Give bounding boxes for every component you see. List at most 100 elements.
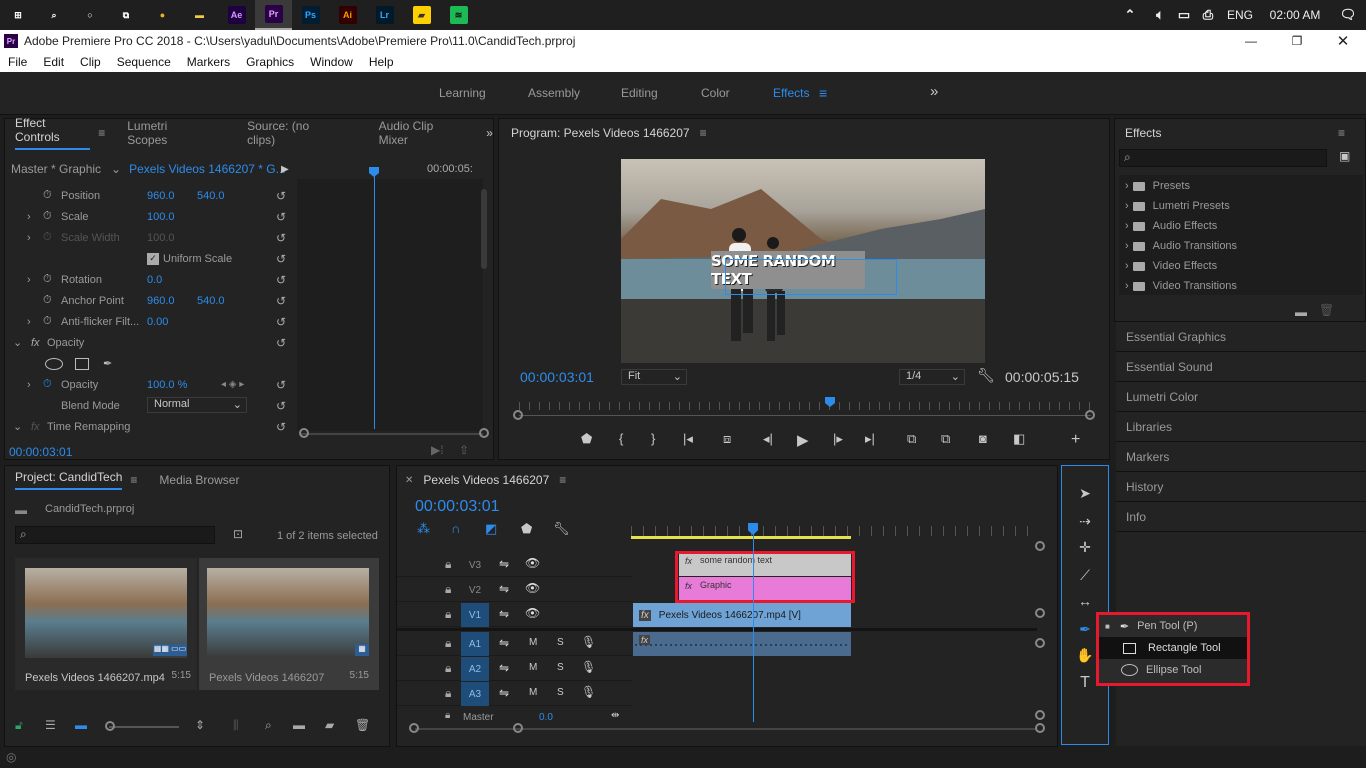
timeline-menu-icon[interactable]: ≡ (559, 473, 566, 487)
stopwatch-icon[interactable]: ⏱︎ (43, 378, 52, 391)
minimize-icon[interactable]: — (1228, 34, 1274, 48)
workspace-assembly[interactable]: Assembly (528, 86, 580, 100)
reset-icon[interactable]: ↺ (271, 378, 291, 392)
popup-item-ellipse-tool[interactable]: Ellipse Tool (1099, 659, 1247, 681)
workspace-effects[interactable]: Effects (773, 86, 809, 100)
linked-selection-icon[interactable]: ◩ (485, 521, 497, 537)
panel-essential-sound[interactable]: Essential Sound (1116, 352, 1366, 382)
reset-icon[interactable]: ↺ (271, 189, 291, 203)
stopwatch-icon[interactable]: ⏱︎ (43, 315, 52, 328)
timeline-timecode[interactable]: 00:00:03:01 (415, 498, 500, 516)
tab-media-browser[interactable]: Media Browser (159, 473, 239, 487)
track-target[interactable]: V2 (461, 578, 489, 602)
status-icon[interactable]: ◎ (6, 750, 16, 764)
menu-file[interactable]: File (8, 55, 27, 69)
folder-icon[interactable]: ▬ (1295, 305, 1307, 319)
scroll-handle-right[interactable] (1035, 723, 1045, 733)
maximize-icon[interactable]: ❐ (1274, 34, 1320, 48)
selection-tool-icon[interactable]: ➤ (1072, 480, 1098, 506)
ec-value-1[interactable]: 100.0 (147, 232, 175, 244)
search-icon[interactable]: ⌕ (36, 0, 72, 30)
lift-clip-icon[interactable]: ⧉ (907, 431, 916, 447)
close-sequence-icon[interactable]: ✕ (405, 475, 413, 486)
effects-menu-icon[interactable]: ≡ (1338, 126, 1345, 140)
mute-button[interactable]: M (529, 637, 537, 648)
ec-scrollbar[interactable] (481, 189, 487, 269)
solo-button[interactable]: S (557, 687, 564, 698)
menu-graphics[interactable]: Graphics (246, 55, 294, 69)
vscroll-handle[interactable] (1035, 638, 1045, 648)
eye-icon[interactable]: 👁︎ (525, 606, 540, 620)
effects-title[interactable]: Effects (1125, 126, 1161, 140)
mute-button[interactable]: M (529, 687, 537, 698)
ec-value-1[interactable]: 960.0 (147, 190, 175, 202)
ellipse-mask-icon[interactable] (45, 357, 63, 370)
track-target[interactable]: V3 (461, 553, 489, 577)
effects-tree-item[interactable]: › Lumetri Presets (1119, 197, 1230, 215)
timeline-ruler[interactable] (631, 526, 1035, 536)
nest-icon[interactable]: ⁂ (417, 521, 430, 537)
stopwatch-icon[interactable]: ⏱︎ (43, 231, 52, 244)
after-effects-icon[interactable]: Ae (218, 0, 255, 30)
menu-markers[interactable]: Markers (187, 55, 230, 69)
slip-tool-icon[interactable]: ↔ (1072, 588, 1098, 614)
hand-tool-icon[interactable]: ✋ (1072, 642, 1098, 668)
text-bounding-box[interactable] (725, 259, 897, 295)
step-forward-icon[interactable]: |▸ (833, 431, 843, 447)
reset-icon[interactable]: ↺ (271, 399, 291, 413)
keyframe-area[interactable] (297, 179, 483, 431)
photoshop-icon[interactable]: Ps (292, 0, 329, 30)
panel-libraries[interactable]: Libraries (1116, 412, 1366, 442)
work-area-bar[interactable] (631, 536, 851, 539)
ec-value-2[interactable]: 540.0 (197, 295, 225, 307)
timeline-playhead-line[interactable] (753, 532, 754, 722)
track-target[interactable]: A1 (461, 632, 489, 656)
reset-icon[interactable]: ↺ (271, 420, 291, 434)
track-lock-icon[interactable]: 🔒︎ (445, 636, 451, 651)
panel-menu-icon[interactable]: ≡ (98, 126, 105, 140)
solo-button[interactable]: S (557, 637, 564, 648)
go-to-out-icon[interactable]: ▸| (865, 431, 875, 447)
reset-icon[interactable]: ↺ (271, 315, 291, 329)
play-icon[interactable]: ▶ (797, 431, 809, 449)
workspace-color[interactable]: Color (701, 86, 730, 100)
new-item-icon[interactable]: ▰ (325, 718, 334, 732)
scroll-handle-left[interactable] (409, 723, 419, 733)
spotify-icon[interactable]: ≋ (440, 0, 477, 30)
tab-project[interactable]: Project: CandidTech (15, 470, 123, 490)
export-icon[interactable]: ⇧ (459, 443, 469, 457)
clock[interactable]: 02:00 AM (1260, 0, 1330, 30)
reset-icon[interactable]: ↺ (271, 294, 291, 308)
scrub-left-handle[interactable] (513, 410, 523, 420)
keyframe-nav-icon[interactable]: ◂ ◈ ▸ (221, 379, 244, 390)
menu-edit[interactable]: Edit (43, 55, 64, 69)
sync-lock-icon[interactable]: ⇋ (499, 557, 509, 571)
stopwatch-icon[interactable]: ⏱︎ (43, 189, 52, 202)
effects-tree-item[interactable]: › Video Transitions (1119, 277, 1237, 295)
go-to-in-icon[interactable]: |◂ (683, 431, 693, 447)
project-menu-icon[interactable]: ≡ (130, 473, 137, 487)
effects-tree-item[interactable]: › Video Effects (1119, 257, 1217, 275)
ec-zoom-handle-right[interactable] (479, 428, 489, 438)
sticky-notes-icon[interactable]: ▰ (403, 0, 440, 30)
snap-icon[interactable]: ∩ (451, 521, 460, 536)
chevron-down-icon[interactable]: ⌄ (13, 420, 22, 433)
chevron-down-icon[interactable]: ⌄ (111, 162, 121, 176)
effects-tree-item[interactable]: › Presets (1119, 177, 1190, 195)
ec-zoom-handle-left[interactable] (299, 428, 309, 438)
lift-icon[interactable]: ⧈ (723, 431, 731, 447)
volume-icon[interactable]: 🔈︎ (1148, 0, 1172, 30)
scrub-right-handle[interactable] (1085, 410, 1095, 420)
panel-essential-graphics[interactable]: Essential Graphics (1116, 322, 1366, 352)
network-icon[interactable]: ▭ (1172, 0, 1196, 30)
track-target[interactable]: A2 (461, 657, 489, 681)
effects-search-input[interactable]: ⌕ (1119, 149, 1327, 167)
expand-arrow-icon[interactable]: › (1125, 280, 1129, 292)
razor-tool-icon[interactable]: ⟋ (1072, 562, 1098, 588)
button-editor-icon[interactable]: + (1071, 431, 1080, 449)
master-value[interactable]: 0.0 (539, 712, 553, 723)
scroll-handle-mid[interactable] (513, 723, 523, 733)
sync-lock-icon[interactable]: ⇋ (499, 686, 509, 700)
thumb-size-slider[interactable] (109, 726, 179, 728)
compare-icon[interactable]: ◧ (1013, 431, 1025, 447)
